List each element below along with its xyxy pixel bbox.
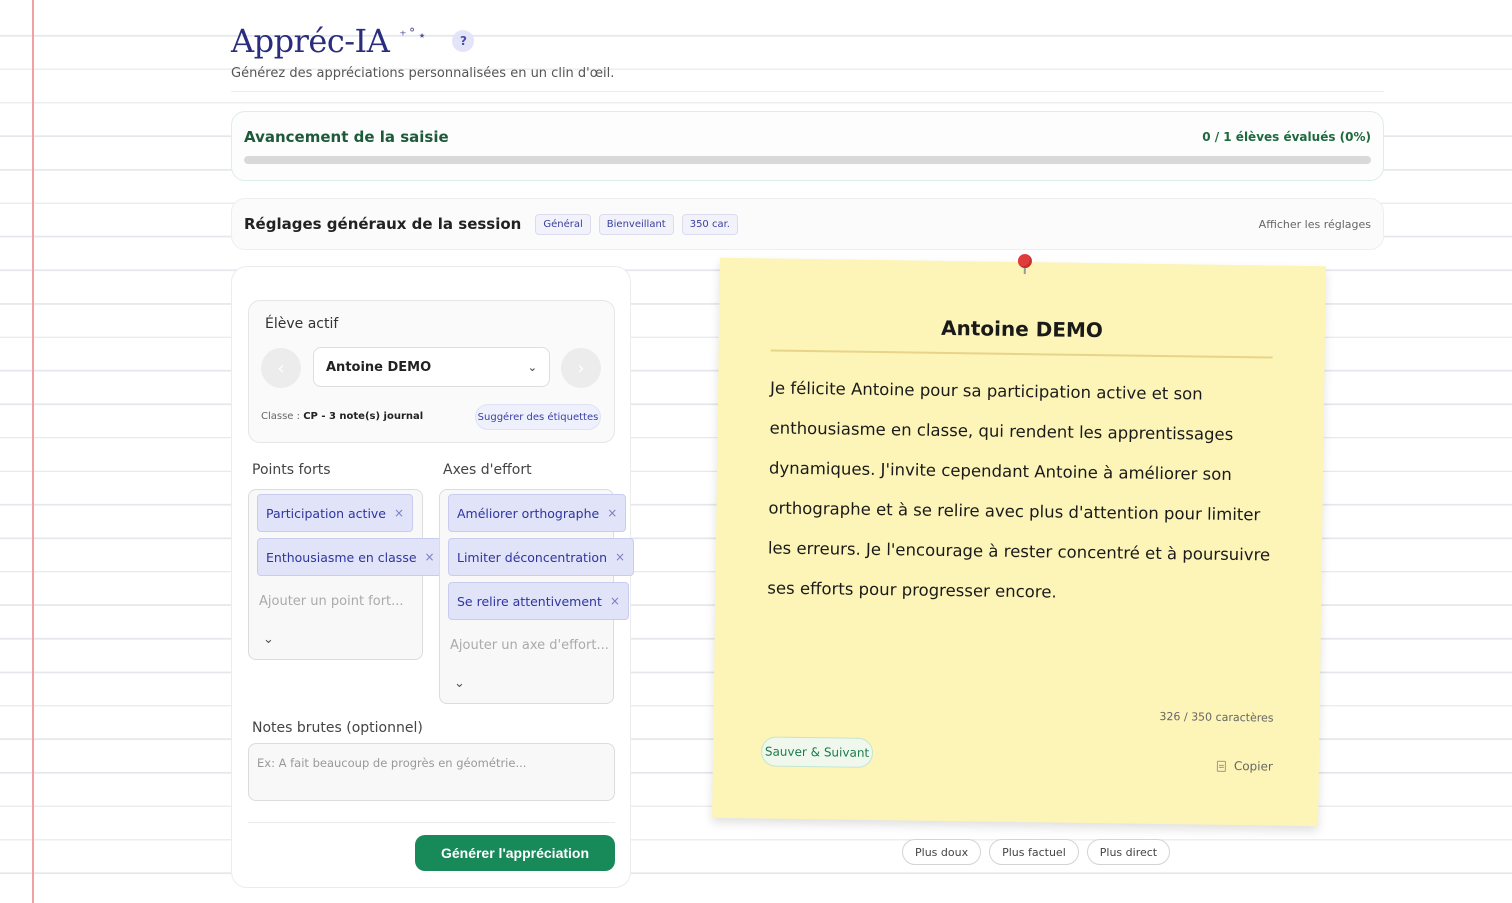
chevron-down-icon[interactable]: ⌄ [263,632,274,647]
settings-title: Réglages généraux de la session [244,215,522,233]
generate-button[interactable]: Générer l'appréciation [415,835,615,871]
tag-label: Améliorer orthographe [457,505,600,521]
class-prefix: Classe : [261,411,304,422]
show-settings-button[interactable]: Afficher les réglages [1259,218,1371,231]
divider [770,349,1273,359]
brand: Appréc-IA ⁺˚⋆ ? [231,18,1384,64]
document-icon [1216,760,1226,772]
effort-tag[interactable]: Améliorer orthographe × [448,494,627,532]
chevron-down-icon[interactable]: ⌄ [454,676,465,691]
previous-student-button[interactable]: ‹ [261,348,301,388]
raw-notes-textarea[interactable]: Ex: A fait beaucoup de progrès en géomét… [248,743,615,801]
help-button[interactable]: ? [452,30,475,52]
settings-chip-tone: Bienveillant [598,213,674,235]
strength-tag[interactable]: Enthousiasme en classe × [257,538,444,576]
session-settings-bar[interactable]: Réglages généraux de la session Général … [231,198,1384,250]
progress-count: 0 / 1 élèves évalués (0%) [1202,130,1371,144]
tone-direct-button[interactable]: Plus direct [1086,839,1171,865]
copy-button[interactable]: Copier [1216,759,1273,774]
class-name: CP [303,411,318,422]
app-subtitle: Générez des appréciations personnalisées… [231,66,615,81]
settings-chip-length: 350 car. [681,213,738,235]
efforts-label: Axes d'effort [443,462,532,478]
efforts-tag-box[interactable]: Améliorer orthographe × Limiter déconcent… [439,489,635,704]
active-student-label: Élève actif [265,316,339,332]
effort-tag[interactable]: Limiter déconcentration × [448,538,635,576]
result-sticky-note: Antoine DEMO Je félicite Antoine pour sa… [712,253,1326,827]
tone-adjust-buttons: Plus doux Plus factuel Plus direct [902,839,1171,865]
next-student-button[interactable]: › [561,348,601,388]
input-panel: Élève actif ‹ Antoine DEMO ⌄ › Classe : … [231,266,635,888]
close-icon[interactable]: × [607,506,617,520]
chevron-down-icon: ⌄ [527,360,537,374]
raw-notes-label: Notes brutes (optionnel) [252,720,423,736]
close-icon[interactable]: × [615,550,625,564]
close-icon[interactable]: × [394,506,404,520]
settings-chip-general: Général [535,213,591,235]
sparkles-icon: ⁺˚⋆ [399,28,429,44]
tone-factual-button[interactable]: Plus factuel [989,839,1079,865]
effort-tag[interactable]: Se relire attentivement × [448,582,629,620]
journal-notes-count: - 3 note(s) journal [317,411,424,422]
character-count: 326 / 350 caractères [1159,709,1274,725]
strengths-label: Points forts [252,462,331,478]
suggest-tags-button[interactable]: Suggérer des étiquettes [475,404,601,430]
notebook-margin-line [32,0,34,903]
tag-label: Limiter déconcentration [457,549,607,565]
student-select[interactable]: Antoine DEMO ⌄ [313,347,550,387]
app-header: Appréc-IA ⁺˚⋆ ? Générez des appréciation… [231,18,1384,92]
result-student-name: Antoine DEMO [940,315,1104,343]
close-icon[interactable]: × [610,594,620,608]
progress-bar [244,156,1371,164]
student-select-value: Antoine DEMO [326,359,432,375]
active-student-card: Élève actif ‹ Antoine DEMO ⌄ › Classe : … [248,300,615,443]
tag-label: Enthousiasme en classe [266,549,417,565]
add-effort-input[interactable]: Ajouter un axe d'effort... [450,638,609,653]
strength-tag[interactable]: Participation active × [257,494,414,532]
app-title: Appréc-IA [231,22,390,60]
generated-appreciation-text[interactable]: Je félicite Antoine pour sa participatio… [767,369,1280,616]
progress-card: Avancement de la saisie 0 / 1 élèves éva… [231,111,1384,181]
strengths-tag-box[interactable]: Participation active × Enthousiasme en cl… [248,489,444,660]
tag-label: Se relire attentivement [457,593,602,609]
pin-icon [1016,253,1034,275]
class-info: Classe : CP - 3 note(s) journal [261,411,423,422]
progress-title: Avancement de la saisie [244,128,449,146]
divider [248,822,615,823]
copy-label: Copier [1233,759,1273,774]
tag-label: Participation active [266,505,387,521]
save-next-button[interactable]: Sauver & Suivant [760,736,874,768]
add-strength-input[interactable]: Ajouter un point fort... [259,594,404,609]
tone-softer-button[interactable]: Plus doux [902,839,982,865]
close-icon[interactable]: × [425,550,435,564]
